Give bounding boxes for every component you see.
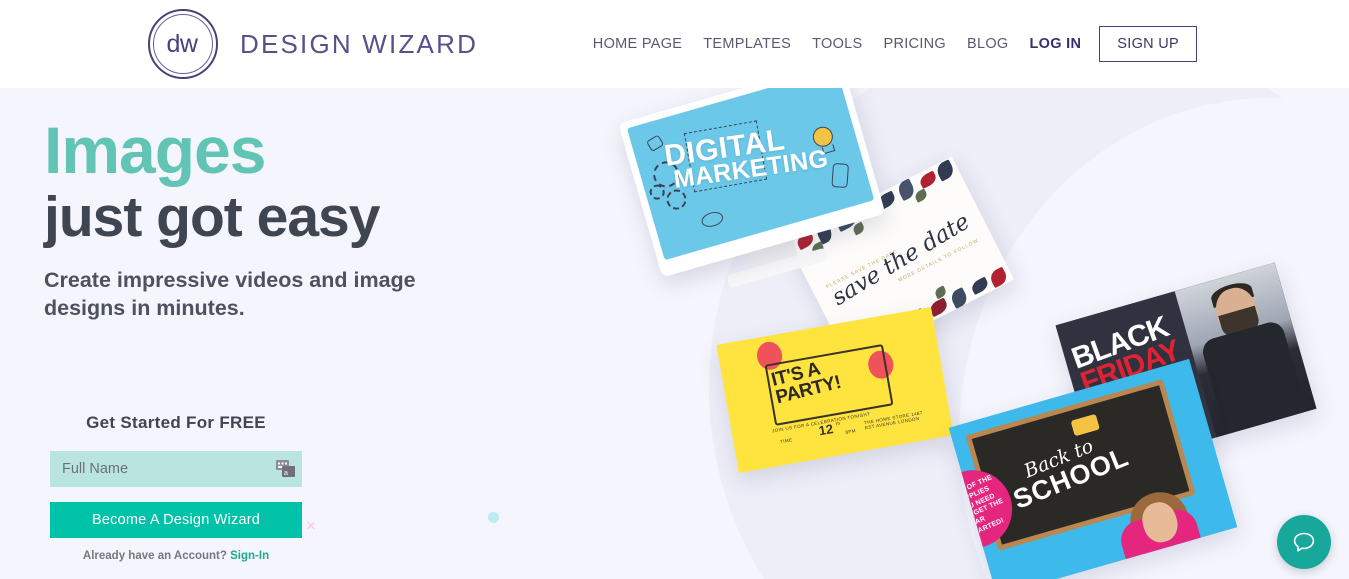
existing-account-row: Already have an Account? Sign-In: [50, 550, 302, 562]
cloud-doodle-icon: [699, 209, 725, 230]
model-shirt: [1199, 319, 1307, 435]
brand-logo[interactable]: dw DESIGN WIZARD: [148, 9, 478, 79]
nav-blog[interactable]: BLOG: [967, 36, 1009, 52]
party-small-left: TIME: [779, 437, 793, 445]
logo-circle-icon: dw: [148, 9, 218, 79]
close-x-marker-icon[interactable]: ×: [306, 517, 316, 534]
monitor-screen-frame: DIGITAL MARKETING: [618, 88, 886, 278]
chart-doodle-icon: [646, 134, 665, 153]
logo-monogram: dw: [166, 29, 198, 58]
party-small-right: THE HOME STORE 1487 EST AVENUE LONDON: [863, 410, 923, 431]
party-date-suffix: th: [835, 420, 841, 427]
chat-widget-button[interactable]: [1277, 515, 1331, 569]
nav-templates[interactable]: TEMPLATES: [703, 36, 791, 52]
svg-text:a: a: [284, 470, 288, 477]
nav-pricing[interactable]: PRICING: [883, 36, 946, 52]
hero-headline-rest: just got easy: [44, 185, 380, 249]
site-header: dw DESIGN WIZARD HOME PAGE TEMPLATES TOO…: [0, 0, 1349, 88]
hero-section: Images just got easy Create impressive v…: [0, 88, 1349, 579]
blue-dot-marker-icon: [488, 512, 499, 523]
collage-card-back-to-school[interactable]: Back to SCHOOL ALL OF THE SUPPLIES YOU N…: [948, 358, 1238, 579]
pen-doodle-icon: [831, 162, 850, 189]
existing-account-label: Already have an Account?: [82, 550, 227, 562]
sign-in-link[interactable]: Sign-In: [230, 550, 269, 562]
name-field-wrapper: a: [50, 451, 302, 487]
nav-home-page[interactable]: HOME PAGE: [593, 36, 682, 52]
become-a-design-wizard-button[interactable]: Become A Design Wizard: [50, 502, 302, 538]
signup-form: Get Started For FREE a Become A Design W…: [50, 413, 302, 562]
collage-card-its-a-party[interactable]: IT'S A PARTY! JOIN US FOR A CELEBRATION …: [716, 307, 954, 473]
party-date: 12: [817, 421, 835, 439]
main-navigation: HOME PAGE TEMPLATES TOOLS PRICING BLOG L…: [593, 26, 1197, 62]
nav-tools[interactable]: TOOLS: [812, 36, 862, 52]
form-title: Get Started For FREE: [86, 413, 266, 432]
school-bus-icon: [1070, 413, 1100, 437]
full-name-input[interactable]: [50, 451, 302, 487]
brand-name: DESIGN WIZARD: [240, 28, 479, 59]
template-collage: PLEASE SAVE THE DATE save the date MORE …: [618, 88, 1349, 579]
hero-headline-accent: Images: [44, 113, 266, 187]
hero-copy: Images just got easy Create impressive v…: [44, 117, 464, 323]
hero-subtitle: Create impressive videos and image desig…: [44, 267, 416, 321]
nav-sign-up-button[interactable]: SIGN UP: [1099, 26, 1197, 62]
monitor-screen-content: DIGITAL MARKETING: [626, 88, 875, 261]
party-time: 8PM: [845, 428, 857, 435]
nav-log-in[interactable]: LOG IN: [1030, 36, 1082, 52]
input-method-icon: a: [276, 460, 295, 477]
page-root: dw DESIGN WIZARD HOME PAGE TEMPLATES TOO…: [0, 0, 1349, 579]
chat-bubble-icon: [1293, 532, 1315, 552]
